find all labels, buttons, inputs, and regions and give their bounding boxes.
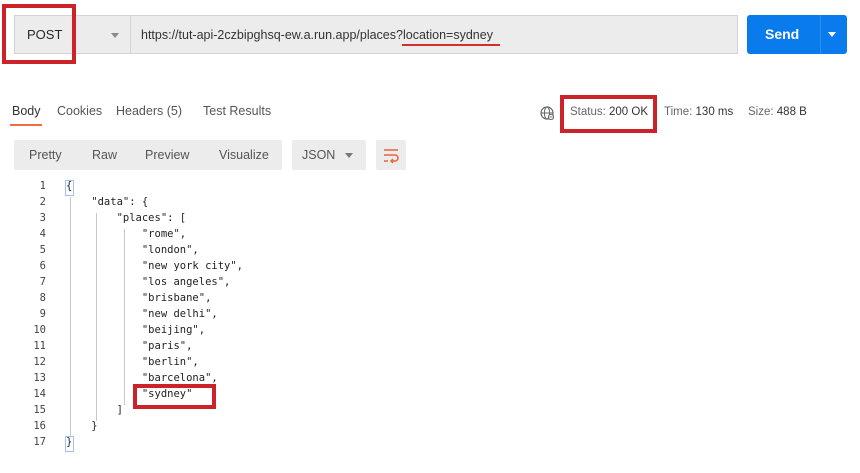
code-text: "rome", — [66, 228, 187, 240]
code-text: "places": [ — [66, 212, 187, 224]
tab-headers[interactable]: Headers (5) — [116, 104, 182, 118]
indent-guide — [124, 229, 125, 405]
url-query-underline — [402, 44, 500, 46]
line-number: 13 — [33, 372, 46, 384]
view-preview-button[interactable]: Preview — [145, 148, 189, 162]
wrap-lines-icon — [384, 149, 399, 164]
line-number: 5 — [39, 244, 46, 256]
brace-match-open — [65, 180, 74, 196]
chevron-down-icon — [345, 153, 353, 158]
format-select[interactable]: JSON — [292, 140, 366, 170]
line-number: 8 — [39, 292, 46, 304]
code-text: "beijing", — [66, 324, 206, 336]
line-number: 9 — [39, 308, 46, 320]
line-number: 1 — [39, 180, 46, 192]
url-input[interactable]: https://tut-api-2czbipghsq-ew.a.run.app/… — [130, 15, 738, 54]
active-tab-underline — [10, 124, 42, 126]
line-number: 11 — [33, 340, 46, 352]
code-text: "new delhi", — [66, 308, 218, 320]
view-pretty-button[interactable]: Pretty — [29, 148, 62, 162]
send-button[interactable]: Send — [747, 15, 847, 54]
brace-match-close — [65, 436, 74, 452]
format-label: JSON — [302, 148, 336, 162]
line-number: 3 — [39, 212, 46, 224]
tab-test-results[interactable]: Test Results — [203, 104, 271, 118]
view-mode-group: Pretty Raw Preview Visualize — [14, 140, 282, 170]
send-label: Send — [765, 26, 800, 42]
view-visualize-button[interactable]: Visualize — [219, 148, 269, 162]
code-text: "berlin", — [66, 356, 199, 368]
line-number: 14 — [33, 388, 46, 400]
time-indicator: Time: 130 ms — [664, 106, 733, 118]
line-number: 2 — [39, 196, 46, 208]
size-indicator: Size: 488 B — [748, 106, 807, 118]
status-indicator: Status: 200 OK — [570, 106, 648, 118]
method-label: POST — [27, 27, 63, 42]
code-text: "brisbane", — [66, 292, 212, 304]
send-divider — [820, 15, 821, 54]
code-text: "barcelona", — [66, 372, 218, 384]
size-value: 488 B — [776, 106, 807, 118]
code-text: "data": { — [66, 196, 149, 208]
line-number: 16 — [33, 420, 46, 432]
time-value: 130 ms — [695, 106, 734, 118]
indent-guide — [70, 197, 71, 437]
line-number: 10 — [33, 324, 46, 336]
code-text: "new york city", — [66, 260, 244, 272]
status-label: Status: — [570, 106, 606, 118]
view-raw-button[interactable]: Raw — [92, 148, 117, 162]
code-text: "los angeles", — [66, 276, 231, 288]
line-number: 6 — [39, 260, 46, 272]
code-text: "london", — [66, 244, 199, 256]
line-number: 12 — [33, 356, 46, 368]
code-text: "paris", — [66, 340, 193, 352]
line-number: 17 — [33, 436, 46, 448]
line-number: 15 — [33, 404, 46, 416]
line-number: 7 — [39, 276, 46, 288]
url-text: https://tut-api-2czbipghsq-ew.a.run.app/… — [141, 27, 493, 42]
code-text: "sydney" — [66, 388, 193, 400]
code-text: ] — [66, 404, 123, 416]
size-label: Size: — [748, 106, 774, 118]
send-options-chevron-icon[interactable] — [828, 32, 836, 37]
status-value: 200 OK — [609, 106, 649, 118]
wrap-lines-button[interactable] — [376, 140, 406, 170]
tab-body[interactable]: Body — [12, 104, 41, 118]
tab-cookies[interactable]: Cookies — [57, 104, 102, 118]
line-number: 4 — [39, 228, 46, 240]
time-label: Time: — [664, 106, 693, 118]
chevron-down-icon — [111, 33, 119, 38]
method-select[interactable]: POST — [14, 15, 130, 54]
globe-icon[interactable] — [540, 106, 554, 120]
indent-guide — [96, 213, 97, 421]
